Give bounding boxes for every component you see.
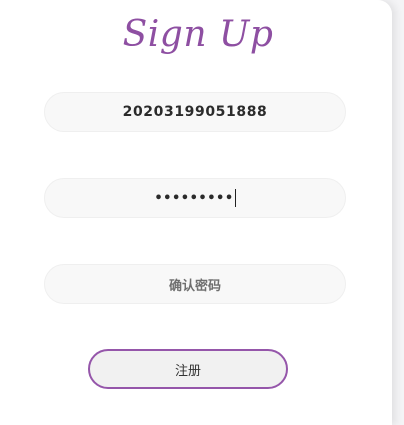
confirm-password-placeholder: 确认密码 <box>168 278 221 294</box>
signup-card: Sign Up 20203199051888 ••••••••• 确认密码 注册 <box>0 0 392 425</box>
username-value: 20203199051888 <box>122 104 268 120</box>
register-button[interactable]: 注册 <box>88 349 288 389</box>
text-caret <box>234 189 236 207</box>
username-field[interactable]: 20203199051888 <box>44 92 346 132</box>
register-button-label: 注册 <box>174 363 201 379</box>
page-title: Sign Up <box>122 14 274 55</box>
password-field[interactable]: ••••••••• <box>44 178 346 218</box>
password-value: ••••••••• <box>154 190 234 206</box>
confirm-password-field[interactable]: 确认密码 <box>44 264 346 304</box>
